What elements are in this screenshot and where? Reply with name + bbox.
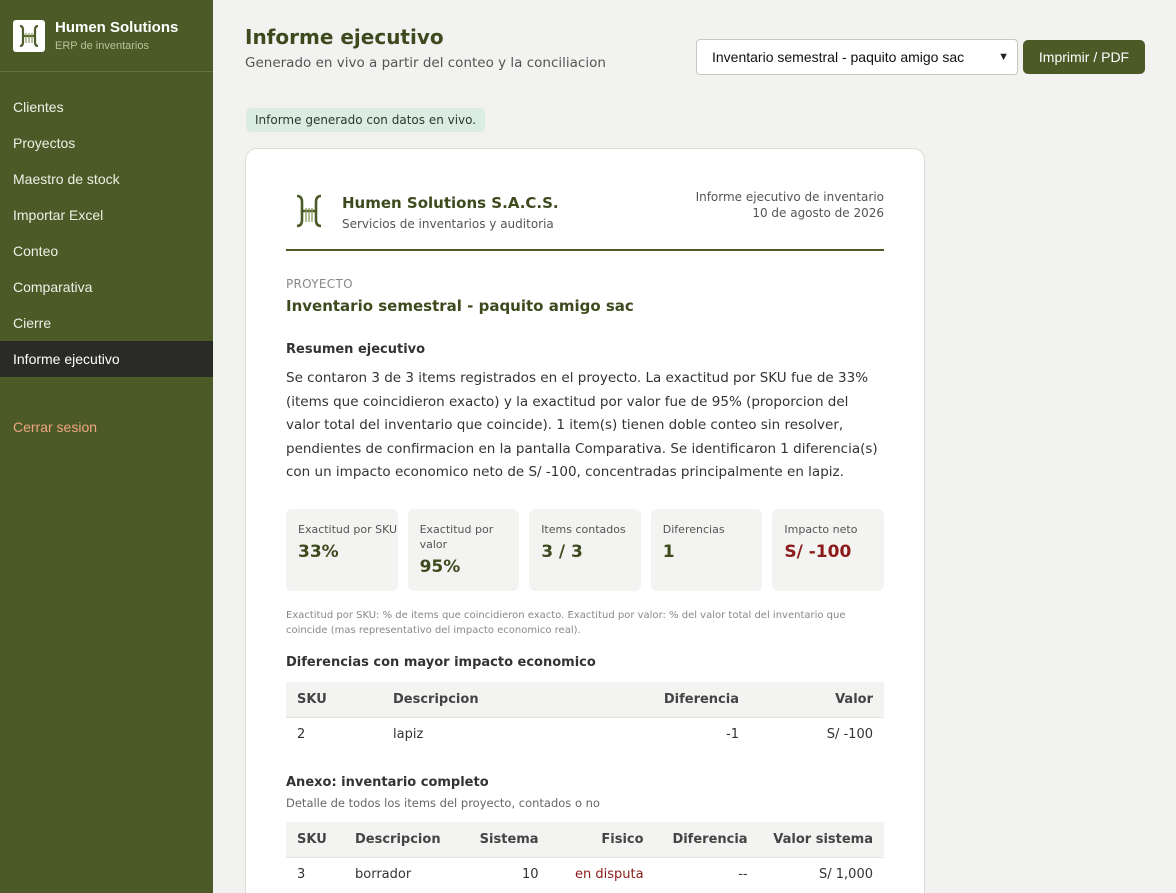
kpi-value: 1 — [662, 542, 675, 562]
differences-table: SKU Descripcion Diferencia Valor 2 lapiz… — [286, 682, 884, 752]
kpi-label: Diferencias — [662, 523, 725, 536]
brand: Humen Solutions ERP de inventarios — [0, 0, 213, 72]
table-row: 3 borrador 10 en disputa -- S/ 1,000 — [286, 856, 884, 892]
brand-subtitle: ERP de inventarios — [55, 40, 149, 52]
column-header-description: Descripcion — [344, 822, 452, 857]
kpi-net-impact: Impacto neto S/ -100 — [772, 509, 884, 591]
kpi-footnote: Exactitud por SKU: % de items que coinci… — [286, 610, 846, 636]
kpi-value: 33% — [298, 542, 339, 562]
report-card: Humen Solutions S.A.C.S. Servicios de in… — [245, 148, 925, 893]
project-name: Inventario semestral - paquito amigo sac — [286, 297, 634, 315]
annex-table: SKU Descripcion Sistema Fisico Diferenci… — [286, 822, 884, 892]
table-row: 2 lapiz -1 S/ -100 — [286, 716, 884, 752]
sidebar-item-clientes[interactable]: Clientes — [0, 89, 213, 125]
kpi-row: Exactitud por SKU 33% Exactitud por valo… — [286, 509, 884, 591]
column-header-system-value: Valor sistema — [758, 822, 884, 857]
report-date: 10 de agosto de 2026 — [752, 206, 884, 220]
page-subtitle: Generado en vivo a partir del conteo y l… — [245, 55, 606, 71]
column-header-value: Valor — [750, 682, 884, 717]
table-header-row: SKU Descripcion Sistema Fisico Diferenci… — [286, 822, 884, 857]
sidebar-item-maestro-de-stock[interactable]: Maestro de stock — [0, 161, 213, 197]
sidebar-item-cierre[interactable]: Cierre — [0, 305, 213, 341]
column-header-description: Descripcion — [382, 682, 610, 717]
kpi-value: 3 / 3 — [541, 542, 583, 562]
logo-icon — [13, 19, 45, 52]
sidebar: Humen Solutions ERP de inventarios Clien… — [0, 0, 213, 893]
cell-sku: 3 — [286, 856, 344, 892]
kpi-sku-accuracy: Exactitud por SKU 33% — [286, 509, 398, 591]
annex-subtitle: Detalle de todos los items del proyecto,… — [286, 796, 600, 810]
project-select[interactable]: Inventario semestral - paquito amigo sac… — [696, 39, 1018, 75]
chevron-down-icon: ▼ — [998, 51, 1009, 63]
project-label: PROYECTO — [286, 277, 353, 291]
cell-system: 10 — [451, 856, 550, 892]
differences-title: Diferencias con mayor impacto economico — [286, 655, 596, 670]
sidebar-item-informe-ejecutivo[interactable]: Informe ejecutivo — [0, 341, 213, 377]
summary-text: Se contaron 3 de 3 items registrados en … — [286, 370, 878, 480]
brand-name: Humen Solutions — [55, 19, 179, 36]
column-header-sku: SKU — [286, 822, 344, 857]
sidebar-item-conteo[interactable]: Conteo — [0, 233, 213, 269]
cell-difference: -- — [654, 856, 759, 892]
column-header-difference: Diferencia — [654, 822, 759, 857]
project-select-value: Inventario semestral - paquito amigo sac — [712, 49, 965, 65]
live-data-notice: Informe generado con datos en vivo. — [246, 108, 486, 132]
company-service: Servicios de inventarios y auditoria — [342, 217, 554, 231]
kpi-value-accuracy: Exactitud por valor 95% — [407, 509, 520, 591]
table-header-row: SKU Descripcion Diferencia Valor — [286, 682, 884, 717]
cell-system-value: S/ 1,000 — [758, 856, 884, 892]
page-title: Informe ejecutivo — [245, 25, 444, 49]
logout-link[interactable]: Cerrar sesion — [0, 409, 213, 445]
report-kind: Informe ejecutivo de inventario — [695, 190, 884, 204]
column-header-system: Sistema — [451, 822, 550, 857]
column-header-difference: Diferencia — [610, 682, 750, 717]
kpi-label: Exactitud por valor — [419, 523, 494, 551]
cell-physical-status: en disputa — [549, 856, 655, 892]
company-name: Humen Solutions S.A.C.S. — [342, 194, 559, 212]
print-pdf-button[interactable]: Imprimir / PDF — [1023, 40, 1145, 74]
cell-value: S/ -100 — [750, 716, 884, 752]
kpi-value: 95% — [419, 557, 461, 577]
column-header-sku: SKU — [286, 682, 382, 717]
sidebar-nav: Clientes Proyectos Maestro de stock Impo… — [0, 89, 213, 377]
kpi-value: S/ -100 — [784, 542, 852, 562]
kpi-label: Items contados — [541, 523, 626, 536]
kpi-items-counted: Items contados 3 / 3 — [529, 509, 641, 591]
kpi-label: Impacto neto — [784, 523, 858, 536]
sidebar-item-importar-excel[interactable]: Importar Excel — [0, 197, 213, 233]
summary-title: Resumen ejecutivo — [286, 342, 426, 357]
cell-difference: -1 — [610, 716, 750, 752]
header-divider — [286, 249, 884, 251]
cell-description: borrador — [344, 856, 452, 892]
sidebar-item-comparativa[interactable]: Comparativa — [0, 269, 213, 305]
annex-title: Anexo: inventario completo — [286, 775, 489, 790]
company-logo-icon — [293, 193, 325, 229]
kpi-label: Exactitud por SKU — [298, 523, 398, 536]
cell-sku: 2 — [286, 716, 382, 752]
column-header-physical: Fisico — [549, 822, 655, 857]
kpi-differences: Diferencias 1 — [650, 509, 763, 591]
sidebar-item-proyectos[interactable]: Proyectos — [0, 125, 213, 161]
cell-description: lapiz — [382, 716, 610, 752]
